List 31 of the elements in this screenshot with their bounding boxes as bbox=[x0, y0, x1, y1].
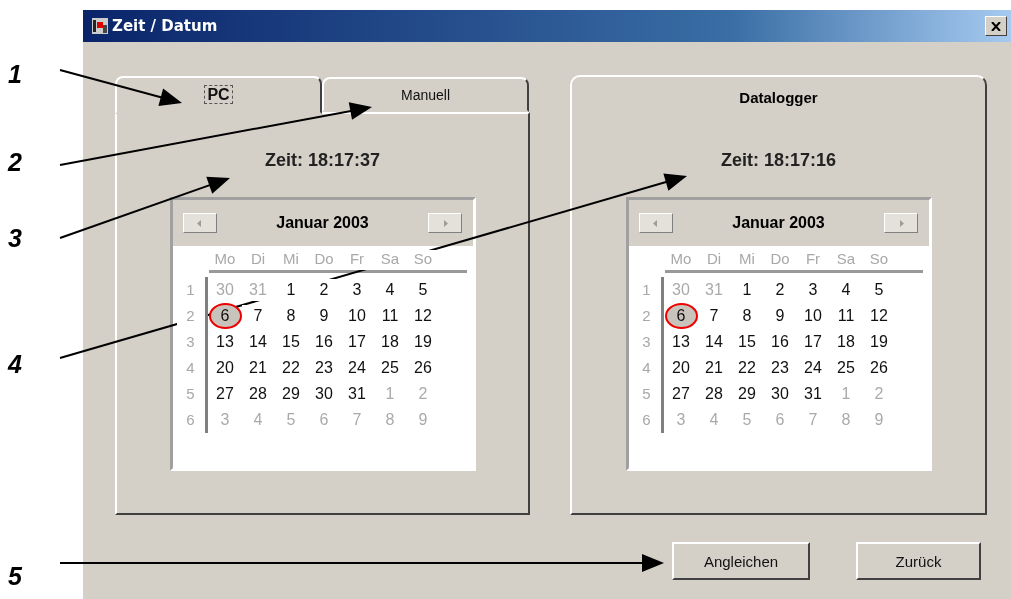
month-title: Januar 2003 bbox=[732, 214, 825, 232]
previous-month-button[interactable] bbox=[182, 213, 217, 233]
calendar-day[interactable]: 6 bbox=[208, 303, 242, 329]
week-number: 2 bbox=[176, 303, 208, 329]
dialog-button[interactable]: Angleichen bbox=[672, 542, 810, 580]
time-label: Zeit: 18:17:37 bbox=[264, 150, 381, 171]
callout-number: 3 bbox=[8, 224, 22, 253]
left-arrow-icon bbox=[653, 219, 658, 227]
callout-number: 2 bbox=[8, 148, 22, 177]
close-icon bbox=[991, 21, 1001, 31]
callout-number: 1 bbox=[8, 60, 22, 89]
panel-title: Datalogger bbox=[739, 89, 818, 108]
app-icon bbox=[91, 17, 109, 35]
dialog-button[interactable]: Zurück bbox=[856, 542, 981, 580]
time-label: Zeit: 18:17:16 bbox=[720, 150, 837, 171]
callout-number: 4 bbox=[8, 350, 22, 379]
previous-month-button[interactable] bbox=[638, 213, 673, 233]
calendar[interactable]: Januar 2003 Mo Di Mi Do Fr Sa So 1 30 31 1 2 3 4 5 2 6 7 8 9 10 11 12 3 13 14 15 16 17 18 19 4 20 21 22 23 24 25 26 5 27 28 29 30 31 1 2 6 3 4 5 6 7 8 9 bbox=[625, 197, 932, 471]
month-title: Januar 2003 bbox=[276, 214, 369, 232]
next-month-button[interactable] bbox=[428, 213, 463, 233]
left-arrow-icon bbox=[197, 219, 202, 227]
calendar[interactable]: Januar 2003 Mo Di Mi Do Fr Sa So 1 30 31 1 2 3 4 5 2 6 7 8 9 10 11 12 3 13 14 15 16 17 18 19 4 20 21 22 23 24 25 26 5 27 28 29 30 31 1 2 6 3 4 5 6 7 8 9 bbox=[169, 197, 476, 471]
right-arrow-icon bbox=[899, 219, 904, 227]
close-button[interactable] bbox=[985, 16, 1007, 36]
tab[interactable]: Manuell bbox=[322, 77, 529, 112]
next-month-button[interactable] bbox=[884, 213, 919, 233]
window-title: Zeit / Datum bbox=[112, 17, 219, 35]
callout-number: 5 bbox=[8, 562, 22, 591]
right-arrow-icon bbox=[443, 219, 448, 227]
tab[interactable]: PC bbox=[115, 76, 322, 114]
calendar-day[interactable]: 6 bbox=[664, 303, 698, 329]
